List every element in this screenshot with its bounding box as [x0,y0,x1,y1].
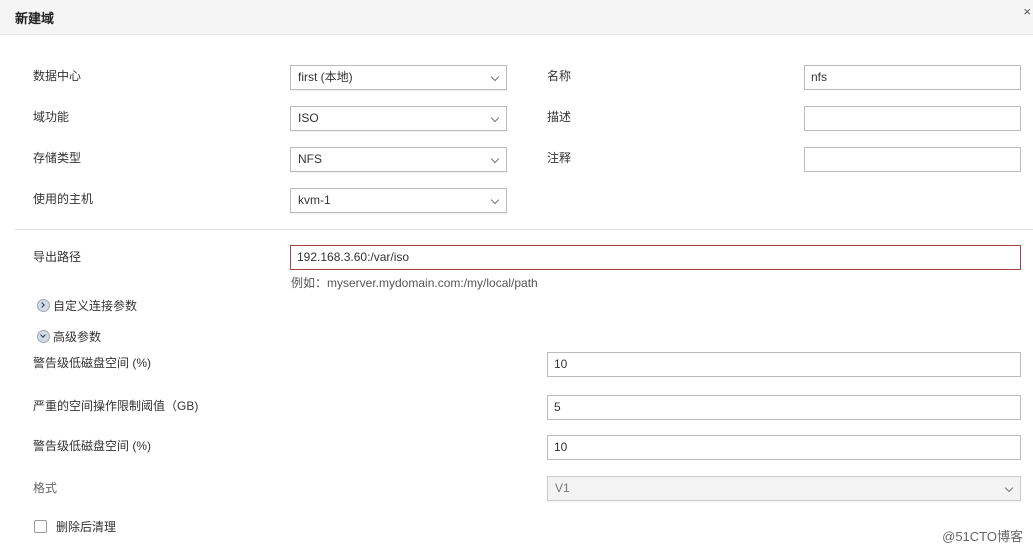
section-divider [15,229,1033,230]
chevron-down-icon [490,154,500,164]
chevron-down-icon [490,113,500,123]
format-value: V1 [555,481,570,495]
warning-low-space-label: 警告级低磁盘空间 (%) [33,356,151,370]
export-path-label: 导出路径 [33,250,82,264]
advanced-params-toggle[interactable]: 高级参数 [37,328,101,344]
dialog-title: 新建域 [15,11,55,26]
collapse-down-icon [37,330,50,343]
chevron-down-icon [490,72,500,82]
chevron-down-icon [490,195,500,205]
chevron-down-icon [1004,483,1014,493]
name-input[interactable]: nfs [804,65,1021,90]
datacenter-value: first (本地) [298,70,353,84]
export-path-hint: 例如：myserver.mydomain.com:/my/local/path [291,276,538,290]
host-label: 使用的主机 [33,192,94,206]
wipe-after-delete-checkbox[interactable] [34,520,47,533]
datacenter-select[interactable]: first (本地) [290,65,507,90]
host-select[interactable]: kvm-1 [290,188,507,213]
advanced-params-label: 高级参数 [53,330,102,344]
custom-connection-label: 自定义连接参数 [53,299,138,313]
description-label: 描述 [547,110,572,124]
warning-low-space-2-label: 警告级低磁盘空间 (%) [33,439,151,453]
dialog-header: 新建域 × [0,0,1033,35]
host-value: kvm-1 [298,193,331,207]
domain-function-value: ISO [298,111,319,125]
format-select: V1 [547,476,1021,501]
storage-type-select[interactable]: NFS [290,147,507,172]
critical-space-label: 严重的空间操作限制阈值（GB) [33,399,199,413]
storage-type-value: NFS [298,152,322,166]
datacenter-label: 数据中心 [33,69,82,83]
warning-low-space-input[interactable]: 10 [547,352,1021,377]
wipe-after-delete-label: 删除后清理 [56,520,117,534]
description-input[interactable] [804,106,1021,131]
format-label: 格式 [33,481,58,495]
domain-function-select[interactable]: ISO [290,106,507,131]
custom-connection-toggle[interactable]: 自定义连接参数 [37,297,137,313]
expand-right-icon [37,299,50,312]
domain-function-label: 域功能 [33,110,70,124]
watermark: @51CTO博客 [942,529,1023,544]
name-label: 名称 [547,69,572,83]
comment-input[interactable] [804,147,1021,172]
storage-type-label: 存储类型 [33,151,82,165]
export-path-input[interactable]: 192.168.3.60:/var/iso [290,245,1021,270]
warning-low-space-2-input[interactable]: 10 [547,435,1021,460]
comment-label: 注释 [547,151,572,165]
critical-space-input[interactable]: 5 [547,395,1021,420]
close-icon[interactable]: × [1023,4,1031,19]
